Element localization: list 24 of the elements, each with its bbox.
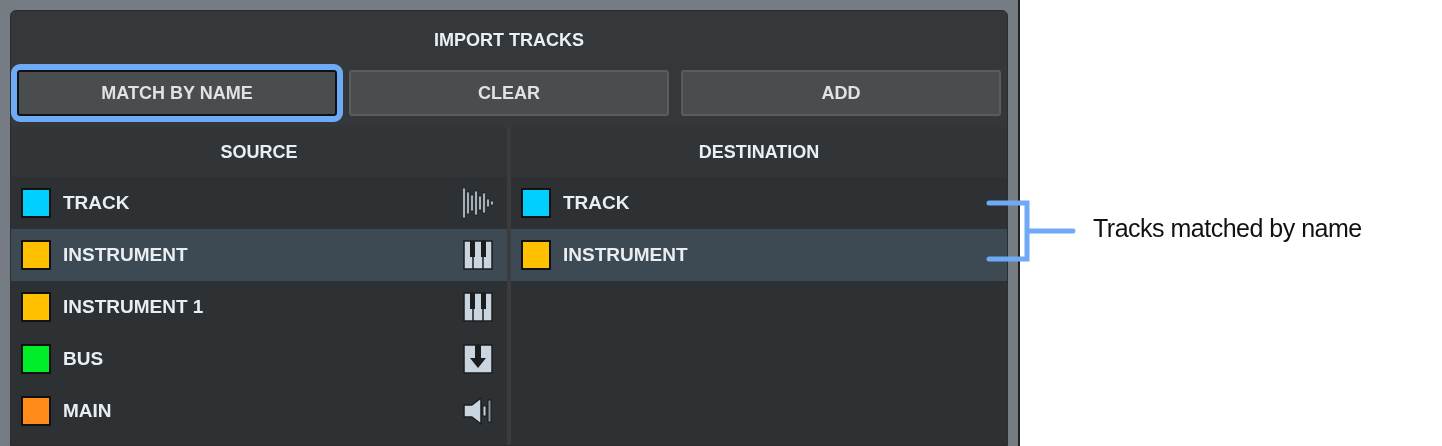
toolbar-button[interactable]: ADD [681,70,1001,116]
track-row[interactable]: INSTRUMENT [11,229,507,281]
track-name: BUS [63,346,105,371]
track-row[interactable]: BUS [11,333,507,385]
track-row[interactable]: INSTRUMENT 1 [11,281,507,333]
track-name: INSTRUMENT [563,242,689,267]
column-header: DESTINATION [511,127,1007,177]
speaker-icon [461,394,495,428]
piano-keys-icon [461,238,495,272]
track-name: TRACK [63,190,131,215]
track-name: TRACK [563,190,631,215]
piano-keys-icon [461,290,495,324]
waveform-icon [461,186,495,220]
column-header: SOURCE [11,127,507,177]
callout-text: Tracks matched by name [1093,214,1362,242]
track-row[interactable]: TRACK [511,177,1007,229]
track-name: INSTRUMENT [63,242,189,267]
track-row[interactable]: INSTRUMENT [511,229,1007,281]
track-name: INSTRUMENT 1 [63,294,205,319]
track-row[interactable]: MAIN [11,385,507,437]
dialog-title: IMPORT TRACKS [433,28,585,52]
track-name: MAIN [63,398,113,423]
toolbar-button[interactable]: CLEAR [349,70,669,116]
track-row[interactable]: TRACK [11,177,507,229]
